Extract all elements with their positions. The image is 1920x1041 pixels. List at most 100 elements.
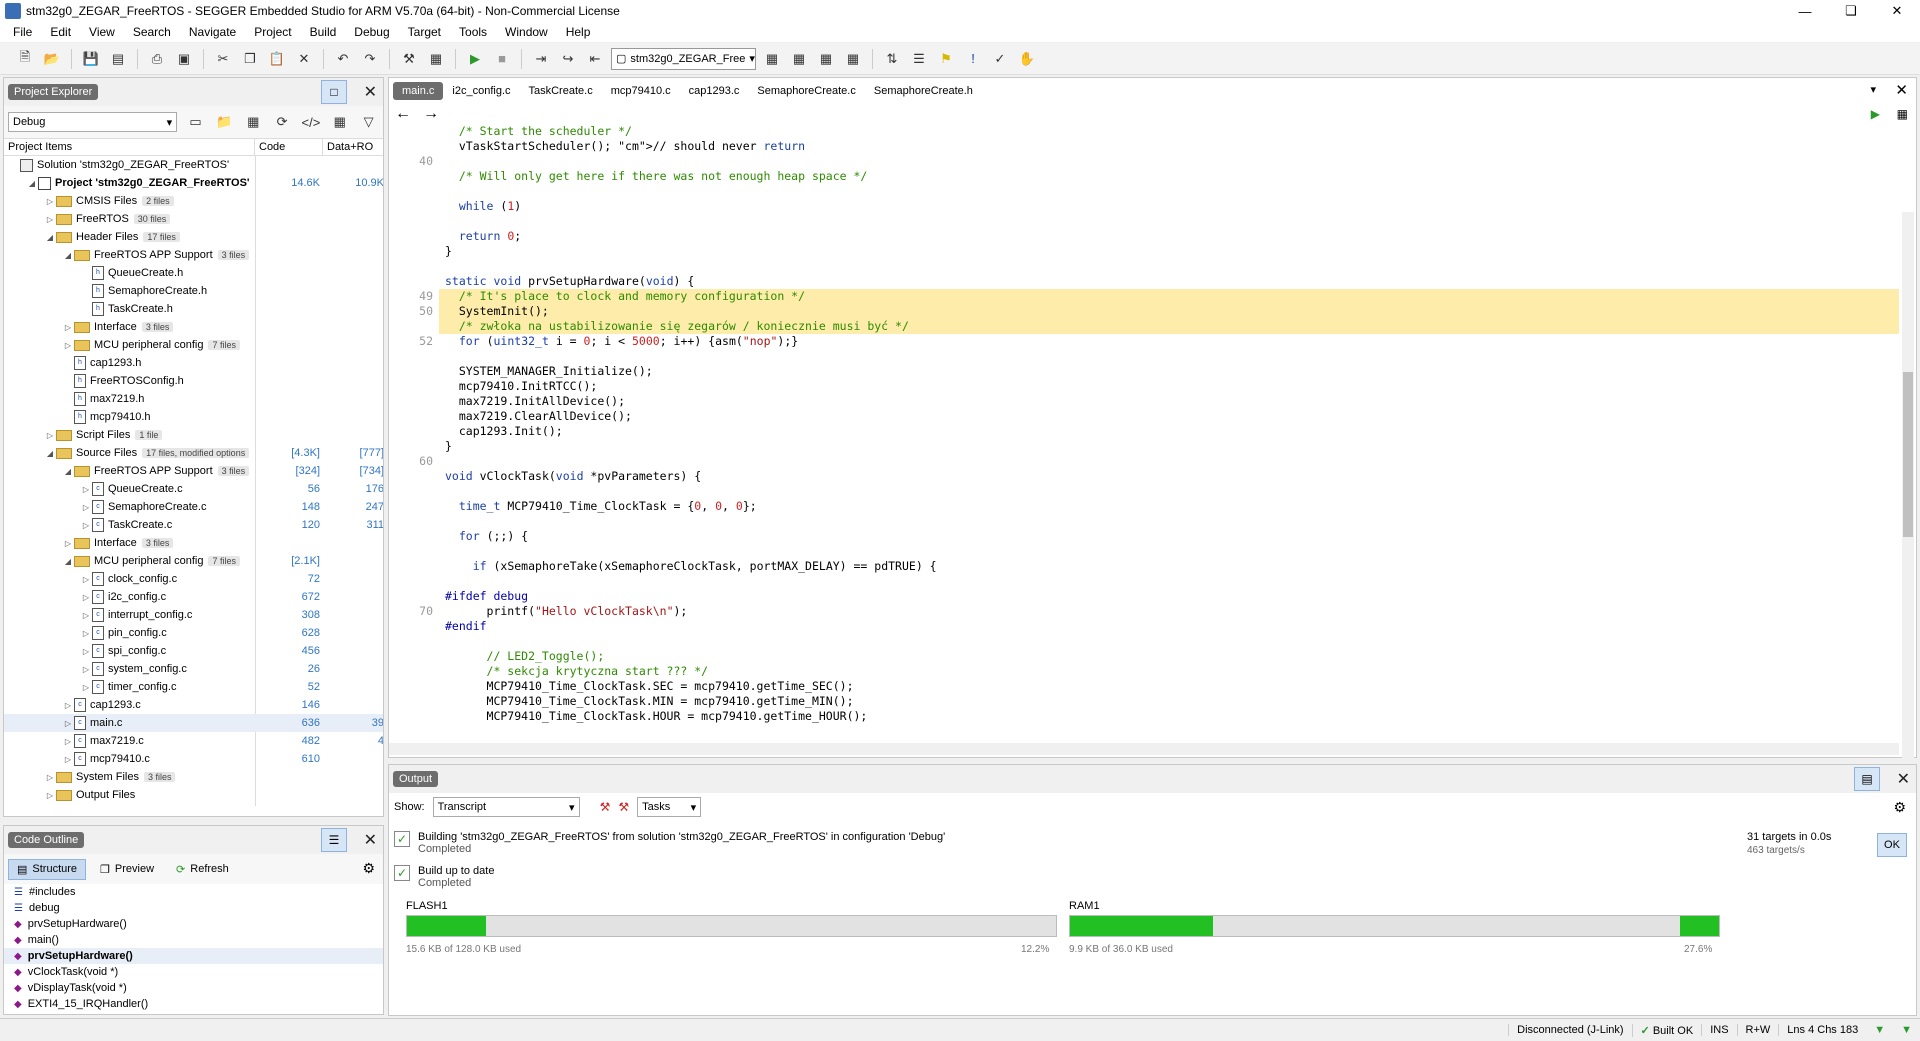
outline-item[interactable]: ☰ #includes [4, 884, 383, 900]
expand-arrow-icon[interactable]: ◢ [62, 557, 74, 566]
code-line[interactable]: 52 for (uint32_t i = 0; i < 5000; i++) {… [389, 334, 1899, 349]
close-icon[interactable]: ✕ [364, 82, 377, 102]
code-line[interactable]: 60 [389, 454, 1899, 469]
code-line[interactable]: mcp79410.InitRTCC(); [389, 379, 1899, 394]
tab-structure[interactable]: ▤ Structure [8, 858, 87, 880]
output-entry[interactable]: ✓ Building 'stm32g0_ZEGAR_FreeRTOS' from… [394, 831, 945, 855]
output-entry[interactable]: ✓ Build up to date Completed [394, 865, 494, 889]
folder-icon[interactable]: 📁 [214, 111, 235, 133]
tree-item[interactable]: ▷ Interface 3 files [4, 534, 383, 552]
output-pin-icon[interactable]: ▤ [1854, 767, 1880, 791]
code-line[interactable] [389, 634, 1899, 649]
open-folder-icon[interactable]: 📂 [41, 48, 63, 70]
menu-item-view[interactable]: View [80, 25, 124, 39]
copy-icon[interactable]: ❐ [239, 48, 261, 70]
sort-icon[interactable]: ⇅ [881, 48, 903, 70]
code-line[interactable]: time_t MCP79410_Time_ClockTask = {0, 0, … [389, 499, 1899, 514]
expand-arrow-icon[interactable]: ▷ [62, 323, 74, 332]
code-line[interactable]: 40 [389, 154, 1899, 169]
tree-item[interactable]: ◢ Source Files 17 files, modified options [… [4, 444, 383, 462]
expand-arrow-icon[interactable]: ▷ [80, 521, 92, 530]
menu-item-tools[interactable]: Tools [450, 25, 496, 39]
scrollbar-thumb[interactable] [1903, 372, 1913, 537]
gear-icon[interactable]: ⚙ [1893, 799, 1906, 816]
code-line[interactable]: max7219.InitAllDevice(); [389, 394, 1899, 409]
clear-all-icon[interactable]: ⚒ [618, 800, 629, 814]
code-icon[interactable]: </> [301, 111, 322, 133]
code-line[interactable]: max7219.ClearAllDevice(); [389, 409, 1899, 424]
connection-status[interactable]: Disconnected (J-Link) [1508, 1024, 1631, 1036]
upload-status-icon[interactable]: ▼ [1893, 1024, 1920, 1036]
tree-item[interactable]: ▷ Output Files [4, 786, 383, 804]
connect-icon[interactable]: ▦ [761, 48, 783, 70]
bookmark-icon[interactable]: ⚑ [935, 48, 957, 70]
code-line[interactable]: if (xSemaphoreTake(xSemaphoreClockTask, … [389, 559, 1899, 574]
menu-item-debug[interactable]: Debug [345, 25, 398, 39]
menu-item-help[interactable]: Help [557, 25, 600, 39]
expand-arrow-icon[interactable]: ◢ [62, 467, 74, 476]
tree-item[interactable]: ▷ Interface 3 files [4, 318, 383, 336]
code-line[interactable]: SYSTEM_MANAGER_Initialize(); [389, 364, 1899, 379]
code-line[interactable]: cap1293.Init(); [389, 424, 1899, 439]
paste-icon[interactable]: 📋 [266, 48, 288, 70]
undo-icon[interactable]: ↶ [332, 48, 354, 70]
expand-arrow-icon[interactable]: ▷ [80, 575, 92, 584]
cut-icon[interactable]: ✂ [212, 48, 234, 70]
tree-item[interactable]: ▷ c i2c_config.c 672 [4, 588, 383, 606]
clear-icon[interactable]: ⚒ [600, 800, 611, 814]
tree-item[interactable]: Solution 'stm32g0_ZEGAR_FreeRTOS' [4, 156, 383, 174]
code-line[interactable] [389, 349, 1899, 364]
code-line[interactable] [389, 484, 1899, 499]
code-line[interactable] [389, 184, 1899, 199]
expand-arrow-icon[interactable]: ▷ [80, 629, 92, 638]
minimize-button[interactable]: — [1782, 0, 1828, 22]
tab-preview[interactable]: ❐ Preview [92, 860, 162, 879]
run-small-icon[interactable]: ▶ [1871, 107, 1880, 121]
refresh-icon[interactable]: ⟳ [272, 111, 293, 133]
filter-icon[interactable]: ☰ [908, 48, 930, 70]
code-line[interactable]: #endif [389, 619, 1899, 634]
window-icon[interactable]: ▭ [185, 111, 206, 133]
col-project-items[interactable]: Project Items [4, 139, 255, 155]
checkmark-icon[interactable]: ✓ [989, 48, 1011, 70]
options-icon[interactable]: ▦ [329, 111, 350, 133]
tree-item[interactable]: ▷ c timer_config.c 52 [4, 678, 383, 696]
tree-item[interactable]: ▷ Script Files 1 file [4, 426, 383, 444]
editor-tab[interactable]: SemaphoreCreate.c [748, 82, 864, 100]
tree-item[interactable]: ▷ MCU peripheral config 7 files [4, 336, 383, 354]
editor-tab[interactable]: SemaphoreCreate.h [865, 82, 982, 100]
redo-icon[interactable]: ↷ [359, 48, 381, 70]
menu-item-build[interactable]: Build [301, 25, 346, 39]
tree-item[interactable]: ▷ CMSIS Files 2 files [4, 192, 383, 210]
config-select[interactable]: Debug ▾ [8, 112, 178, 132]
menu-item-window[interactable]: Window [496, 25, 557, 39]
gear-icon[interactable]: ⚙ [362, 860, 375, 877]
build-config-icon[interactable]: ▦ [425, 48, 447, 70]
download-status-icon[interactable]: ▼ [1866, 1024, 1893, 1036]
code-line[interactable]: 50 SystemInit(); [389, 304, 1899, 319]
expand-arrow-icon[interactable]: ◢ [26, 179, 38, 188]
tasks-select[interactable]: Tasks ▾ [637, 797, 702, 817]
erase-icon[interactable]: ▦ [842, 48, 864, 70]
restore-button[interactable]: ❏ [1828, 0, 1874, 22]
tree-item[interactable]: h cap1293.h [4, 354, 383, 372]
code-line[interactable] [389, 514, 1899, 529]
code-line[interactable]: } [389, 244, 1899, 259]
code-line[interactable]: } [389, 439, 1899, 454]
menu-item-target[interactable]: Target [399, 25, 450, 39]
tree-item[interactable]: ◢ Project 'stm32g0_ZEGAR_FreeRTOS' 14.6K 10… [4, 174, 383, 192]
download-icon[interactable]: ▦ [788, 48, 810, 70]
code-line[interactable]: void vClockTask(void *pvParameters) { [389, 469, 1899, 484]
code-line[interactable]: // LED2_Toggle(); [389, 649, 1899, 664]
cursor-position[interactable]: Lns 4 Chs 183 [1778, 1024, 1866, 1036]
outline-item[interactable]: ◆ main() [4, 932, 383, 948]
expand-arrow-icon[interactable]: ▷ [80, 647, 92, 656]
expand-arrow-icon[interactable]: ▷ [44, 431, 56, 440]
outline-item[interactable]: ☰ debug [4, 900, 383, 916]
editor-tab[interactable]: TaskCreate.c [520, 82, 602, 100]
code-line[interactable]: MCP79410_Time_ClockTask.MIN = mcp79410.g… [389, 694, 1899, 709]
menu-item-file[interactable]: File [4, 25, 41, 39]
refresh-button[interactable]: ⟳ Refresh [168, 860, 237, 879]
code-line[interactable] [389, 259, 1899, 274]
save-all-icon[interactable]: ▤ [107, 48, 129, 70]
